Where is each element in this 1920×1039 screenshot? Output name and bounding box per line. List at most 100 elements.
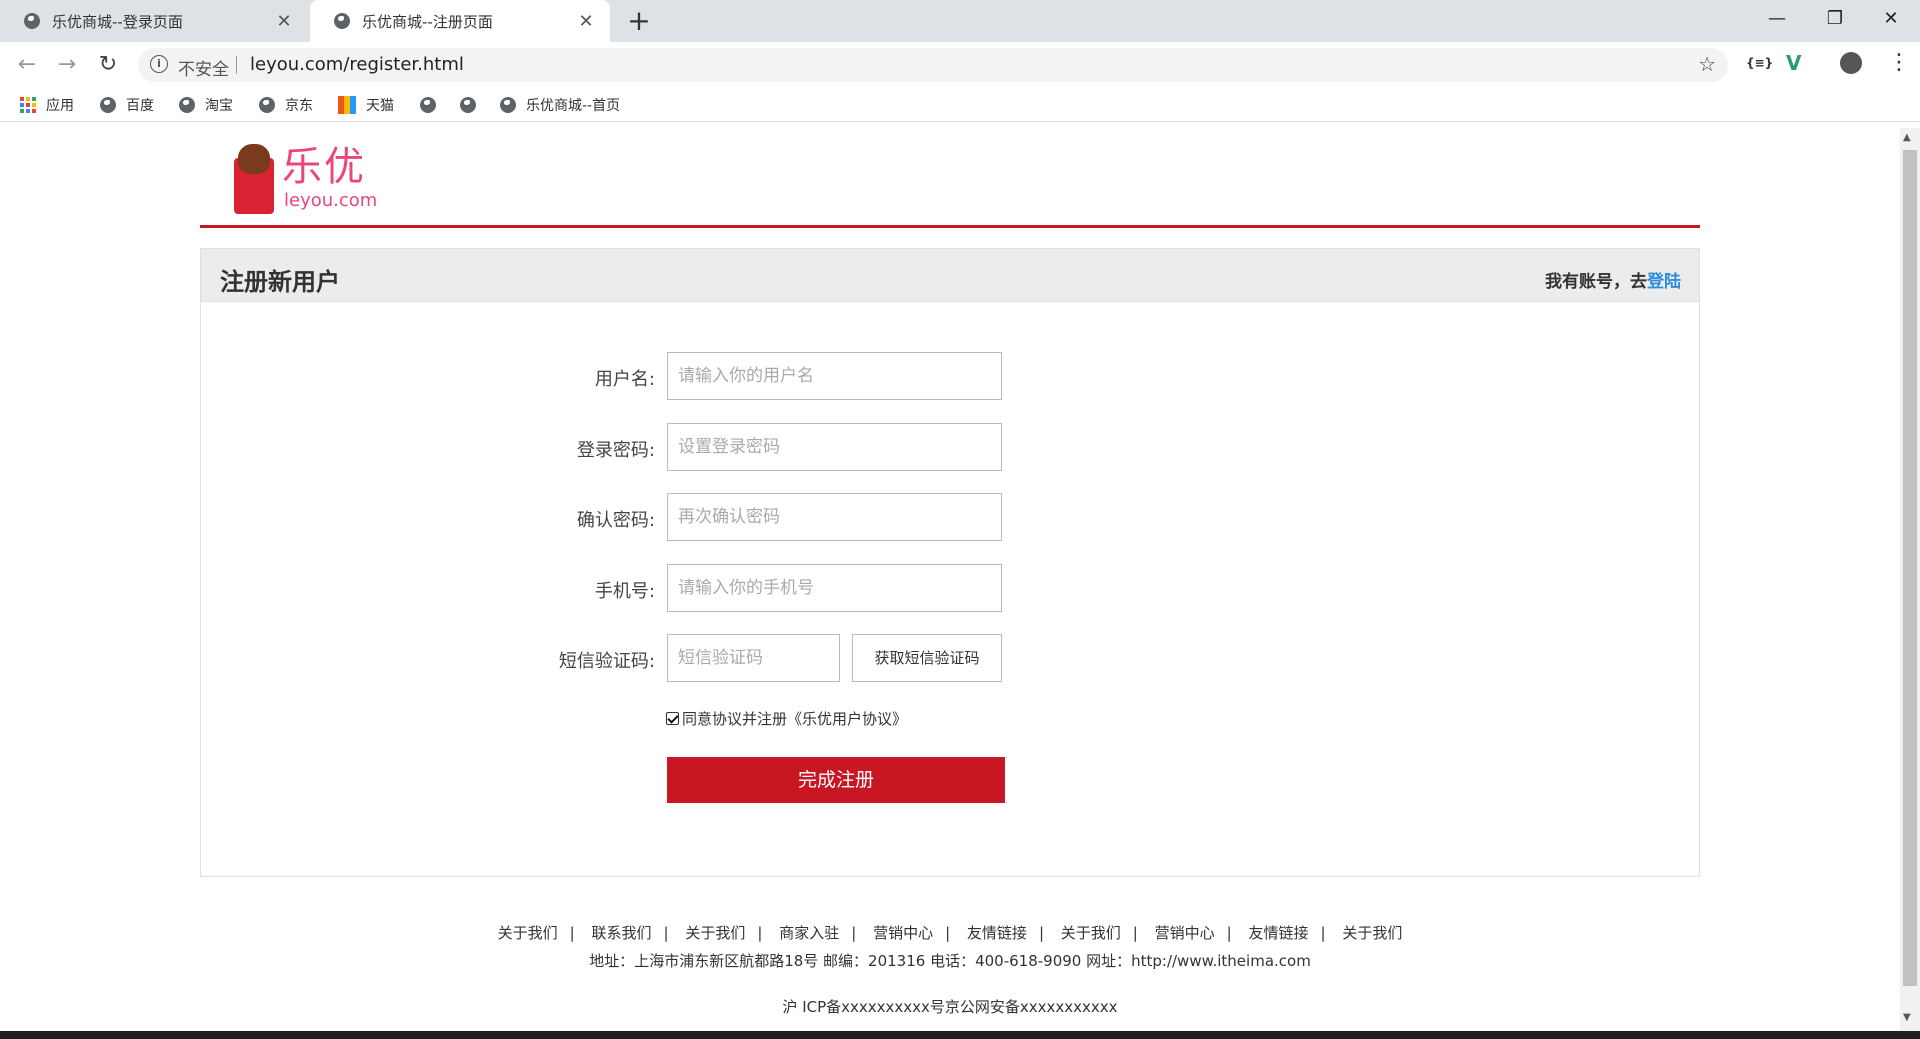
globe-icon [24,13,40,29]
forward-button[interactable]: → [52,50,82,80]
login-link[interactable]: 登陆 [1647,272,1681,292]
sms-code-input[interactable] [667,634,840,682]
tab-title: 乐优商城--注册页面 [362,12,493,31]
footer-link[interactable]: 营销中心 [1143,924,1227,942]
profile-avatar-icon[interactable] [1840,52,1862,74]
scrollbar-thumb[interactable] [1903,150,1917,986]
footer-link[interactable]: 关于我们 [1049,924,1133,942]
new-tab-button[interactable]: + [624,4,654,38]
address-bar[interactable]: i 不安全 leyou.com/register.html ☆ [138,48,1728,82]
bookmark-label: 乐优商城--首页 [526,98,621,114]
info-icon[interactable]: i [150,55,168,73]
logo-mascot-icon [238,144,270,174]
bookmark-jd[interactable]: 京东 [259,94,313,116]
footer-link[interactable]: 关于我们 [673,924,757,942]
footer-links: 关于我们 | 联系我们 | 关于我们 | 商家入驻 | 营销中心 | 友情链接 | 关于我们… [0,922,1900,943]
tab-title: 乐优商城--登录页面 [52,12,183,31]
bookmark-tmall[interactable]: 天猫 [338,94,394,116]
apps-grid-icon [20,97,36,113]
agreement-text[interactable]: 同意协议并注册《乐优用户协议》 [682,708,907,729]
confirm-password-label: 确认密码: [576,510,655,531]
divider: | [945,924,951,942]
logo-chinese-text: 乐优 [282,144,366,190]
divider: | [1132,924,1138,942]
security-label: 不安全 [178,60,229,80]
divider: | [1320,924,1326,942]
get-sms-code-button[interactable]: 获取短信验证码 [852,634,1002,682]
footer-link[interactable]: 友情链接 [955,924,1039,942]
bookmark-label: 应用 [46,98,74,114]
panel-header: 注册新用户 我有账号，去登陆 [201,249,1699,302]
globe-icon [179,97,195,113]
header-divider [200,225,1700,228]
globe-icon [100,97,116,113]
password-label: 登录密码: [576,440,655,461]
globe-icon [500,97,516,113]
back-button[interactable]: ← [12,50,42,80]
browser-toolbar: ← → ↻ i 不安全 leyou.com/register.html ☆ [0,42,1920,88]
bookmarks-bar: 应用 百度 淘宝 京东 天猫 乐优商城--首页 [0,88,1920,122]
bookmark-label: 淘宝 [205,98,233,114]
username-label: 用户名: [594,369,655,390]
footer-link[interactable]: 友情链接 [1237,924,1321,942]
agreement-row: 同意协议并注册《乐优用户协议》 [666,708,907,729]
bookmark-label: 京东 [285,98,313,114]
scroll-down-arrow-icon[interactable]: ▼ [1903,1012,1911,1023]
globe-icon [334,13,350,29]
bookmark-unnamed-1[interactable] [420,94,446,116]
divider [236,56,237,74]
globe-icon [460,97,476,113]
divider: | [663,924,669,942]
sms-code-label: 短信验证码: [558,651,655,672]
os-taskbar [0,1031,1920,1039]
footer-address: 地址：上海市浦东新区航都路18号 邮编：201316 电话：400-618-90… [589,952,1311,970]
login-prompt-text: 我有账号，去 [1545,272,1647,292]
divider: | [851,924,857,942]
window-close-button[interactable]: ✕ [1862,0,1920,38]
login-prompt: 我有账号，去登陆 [1545,267,1681,292]
tab-login[interactable]: 乐优商城--登录页面 ✕ [0,0,308,42]
bookmark-apps[interactable]: 应用 [20,94,74,116]
leyou-logo[interactable]: 乐优 leyou.com [234,144,384,216]
phone-input[interactable] [667,564,1002,612]
url-text[interactable]: leyou.com/register.html [250,54,464,75]
confirm-password-input[interactable] [667,493,1002,541]
logo-domain-text: leyou.com [284,190,378,211]
reload-button[interactable]: ↻ [93,50,123,80]
footer-icp: 沪 ICP备xxxxxxxxxx号京公网安备xxxxxxxxxxx [782,998,1118,1016]
scroll-up-arrow-icon[interactable]: ▲ [1903,132,1911,143]
footer-link[interactable]: 营销中心 [861,924,945,942]
divider: | [757,924,763,942]
phone-label: 手机号: [594,581,655,602]
divider: | [569,924,575,942]
tab-register[interactable]: 乐优商城--注册页面 ✕ [310,0,610,42]
close-icon[interactable]: ✕ [274,11,294,32]
browser-menu-icon[interactable]: ⋮ [1888,50,1910,75]
agree-checkbox[interactable] [666,712,679,725]
extension-vue-icon[interactable]: V [1786,51,1801,75]
globe-icon [420,97,436,113]
bookmark-star-icon[interactable]: ☆ [1698,52,1716,76]
footer-link[interactable]: 关于我们 [1330,924,1414,942]
bookmark-leyou-home[interactable]: 乐优商城--首页 [500,94,620,116]
password-input[interactable] [667,423,1002,471]
extension-json-icon[interactable]: {≡} [1746,56,1773,70]
close-icon[interactable]: ✕ [576,11,596,32]
tab-bar: 乐优商城--登录页面 ✕ 乐优商城--注册页面 ✕ + — ❐ ✕ [0,0,1920,42]
bookmark-unnamed-2[interactable] [460,94,486,116]
bookmark-label: 百度 [126,98,154,114]
footer-link[interactable]: 联系我们 [579,924,663,942]
page-title: 注册新用户 [220,268,340,296]
divider: | [1038,924,1044,942]
globe-icon [259,97,275,113]
bookmark-label: 天猫 [366,98,394,114]
restore-button[interactable]: ❐ [1806,0,1864,38]
minimize-button[interactable]: — [1748,0,1806,38]
footer-link[interactable]: 关于我们 [486,924,570,942]
bookmark-baidu[interactable]: 百度 [100,94,154,116]
footer-link[interactable]: 商家入驻 [767,924,851,942]
divider: | [1226,924,1232,942]
submit-register-button[interactable]: 完成注册 [667,757,1005,803]
bookmark-taobao[interactable]: 淘宝 [179,94,233,116]
username-input[interactable] [667,352,1002,400]
